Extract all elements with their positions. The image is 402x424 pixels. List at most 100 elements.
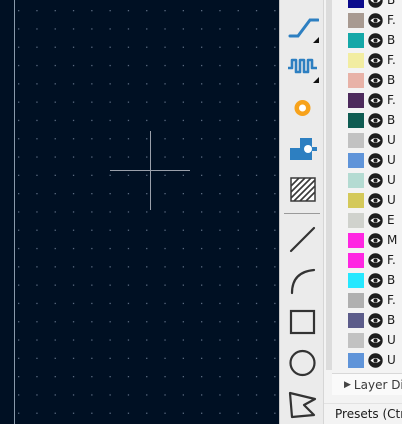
layer-row[interactable]: U (348, 150, 402, 170)
eye-icon[interactable] (368, 92, 383, 108)
presets-section[interactable]: Presets (Ctr (324, 403, 402, 424)
tune-length-button[interactable] (286, 50, 319, 83)
grid-dot (237, 284, 239, 286)
layer-color-swatch[interactable] (348, 112, 364, 128)
eye-icon[interactable] (368, 112, 383, 128)
layer-color-swatch[interactable] (348, 92, 364, 108)
layer-row[interactable]: F. (348, 10, 402, 30)
grid-dot (255, 266, 258, 268)
layer-color-swatch[interactable] (348, 312, 364, 328)
grid-dot (72, 376, 75, 378)
layer-row[interactable]: U (348, 190, 402, 210)
layer-color-swatch[interactable] (348, 72, 364, 88)
eye-icon[interactable] (368, 0, 383, 8)
eye-icon[interactable] (368, 352, 383, 368)
grid-dot (182, 193, 184, 195)
layer-row[interactable]: B (348, 70, 402, 90)
layer-row[interactable]: U (348, 330, 402, 350)
grid-dot (146, 321, 148, 323)
eye-icon[interactable] (368, 212, 383, 228)
eye-icon[interactable] (368, 332, 383, 348)
layer-color-swatch[interactable] (348, 52, 364, 68)
grid-dot (109, 339, 111, 341)
layer-row[interactable]: B (348, 30, 402, 50)
grid-dot (91, 64, 93, 67)
eye-icon[interactable] (368, 252, 383, 268)
grid-dot (54, 10, 56, 12)
layer-color-swatch[interactable] (348, 252, 364, 268)
draw-circle-button[interactable] (286, 346, 319, 379)
route-track-button[interactable] (286, 10, 319, 43)
layer-color-swatch[interactable] (348, 32, 364, 48)
layer-row[interactable]: U (348, 170, 402, 190)
grid-dot (127, 412, 130, 414)
layer-row[interactable]: F. (348, 290, 402, 310)
layer-row[interactable]: M (348, 230, 402, 250)
grid-dot (127, 357, 130, 359)
draw-arc-button[interactable] (286, 264, 319, 297)
draw-line-button[interactable] (286, 223, 319, 256)
grid-dot (36, 83, 38, 85)
grid-dot (274, 211, 276, 213)
eye-icon[interactable] (368, 72, 383, 88)
eye-icon[interactable] (368, 272, 383, 288)
add-via-button[interactable] (286, 91, 319, 124)
eye-icon[interactable] (368, 152, 383, 168)
eye-icon[interactable] (368, 132, 383, 148)
layer-row[interactable]: F. (348, 50, 402, 70)
grid-dot (36, 321, 38, 323)
layer-display-options-toggle[interactable]: ▶ Layer Dis (332, 373, 402, 395)
layer-color-swatch[interactable] (348, 232, 364, 248)
grid-dot (274, 321, 276, 323)
add-zone-button[interactable] (286, 172, 319, 205)
layer-row[interactable]: F. (348, 90, 402, 110)
layer-row[interactable]: U (348, 130, 402, 150)
grid-dot (127, 10, 130, 12)
eye-icon[interactable] (368, 232, 383, 248)
grid-dot (72, 119, 75, 122)
layer-color-swatch[interactable] (348, 172, 364, 188)
grid-dot (182, 284, 184, 286)
grid-dot (201, 266, 203, 268)
eye-icon[interactable] (368, 192, 383, 208)
draw-rectangle-button[interactable] (286, 305, 319, 338)
grid-dot (274, 10, 276, 12)
eye-icon[interactable] (368, 12, 383, 28)
layer-row[interactable]: E (348, 210, 402, 230)
pcb-canvas[interactable] (0, 0, 279, 424)
layer-color-swatch[interactable] (348, 292, 364, 308)
zone-hatch-icon (290, 177, 316, 202)
layer-row[interactable]: B (348, 110, 402, 130)
grid-dot (255, 174, 258, 176)
layer-color-swatch[interactable] (348, 332, 364, 348)
layers-scrollbar[interactable] (326, 0, 332, 370)
layer-color-swatch[interactable] (348, 132, 364, 148)
layer-row[interactable]: B (348, 310, 402, 330)
layer-color-swatch[interactable] (348, 212, 364, 228)
grid-dot (274, 266, 276, 268)
grid-dot (201, 138, 203, 140)
add-footprint-button[interactable] (286, 132, 319, 165)
eye-icon[interactable] (368, 292, 383, 308)
layer-row[interactable]: U (348, 350, 402, 370)
layer-row[interactable]: B (348, 0, 402, 10)
grid-dot (201, 64, 203, 67)
eye-icon[interactable] (368, 312, 383, 328)
grid-dot (164, 156, 166, 158)
grid-dot (237, 266, 239, 268)
layer-row[interactable]: F. (348, 250, 402, 270)
layer-name: B (387, 32, 396, 47)
draw-polygon-button[interactable] (286, 387, 319, 420)
layer-color-swatch[interactable] (348, 272, 364, 288)
layer-color-swatch[interactable] (348, 12, 364, 28)
layer-color-swatch[interactable] (348, 352, 364, 368)
eye-icon[interactable] (368, 172, 383, 188)
layer-color-swatch[interactable] (348, 0, 364, 8)
eye-icon[interactable] (368, 32, 383, 48)
eye-icon[interactable] (368, 52, 383, 68)
layer-color-swatch[interactable] (348, 192, 364, 208)
layer-row[interactable]: B (348, 270, 402, 290)
grid-dot (72, 174, 75, 176)
layer-color-swatch[interactable] (348, 152, 364, 168)
grid-dot (237, 412, 239, 414)
